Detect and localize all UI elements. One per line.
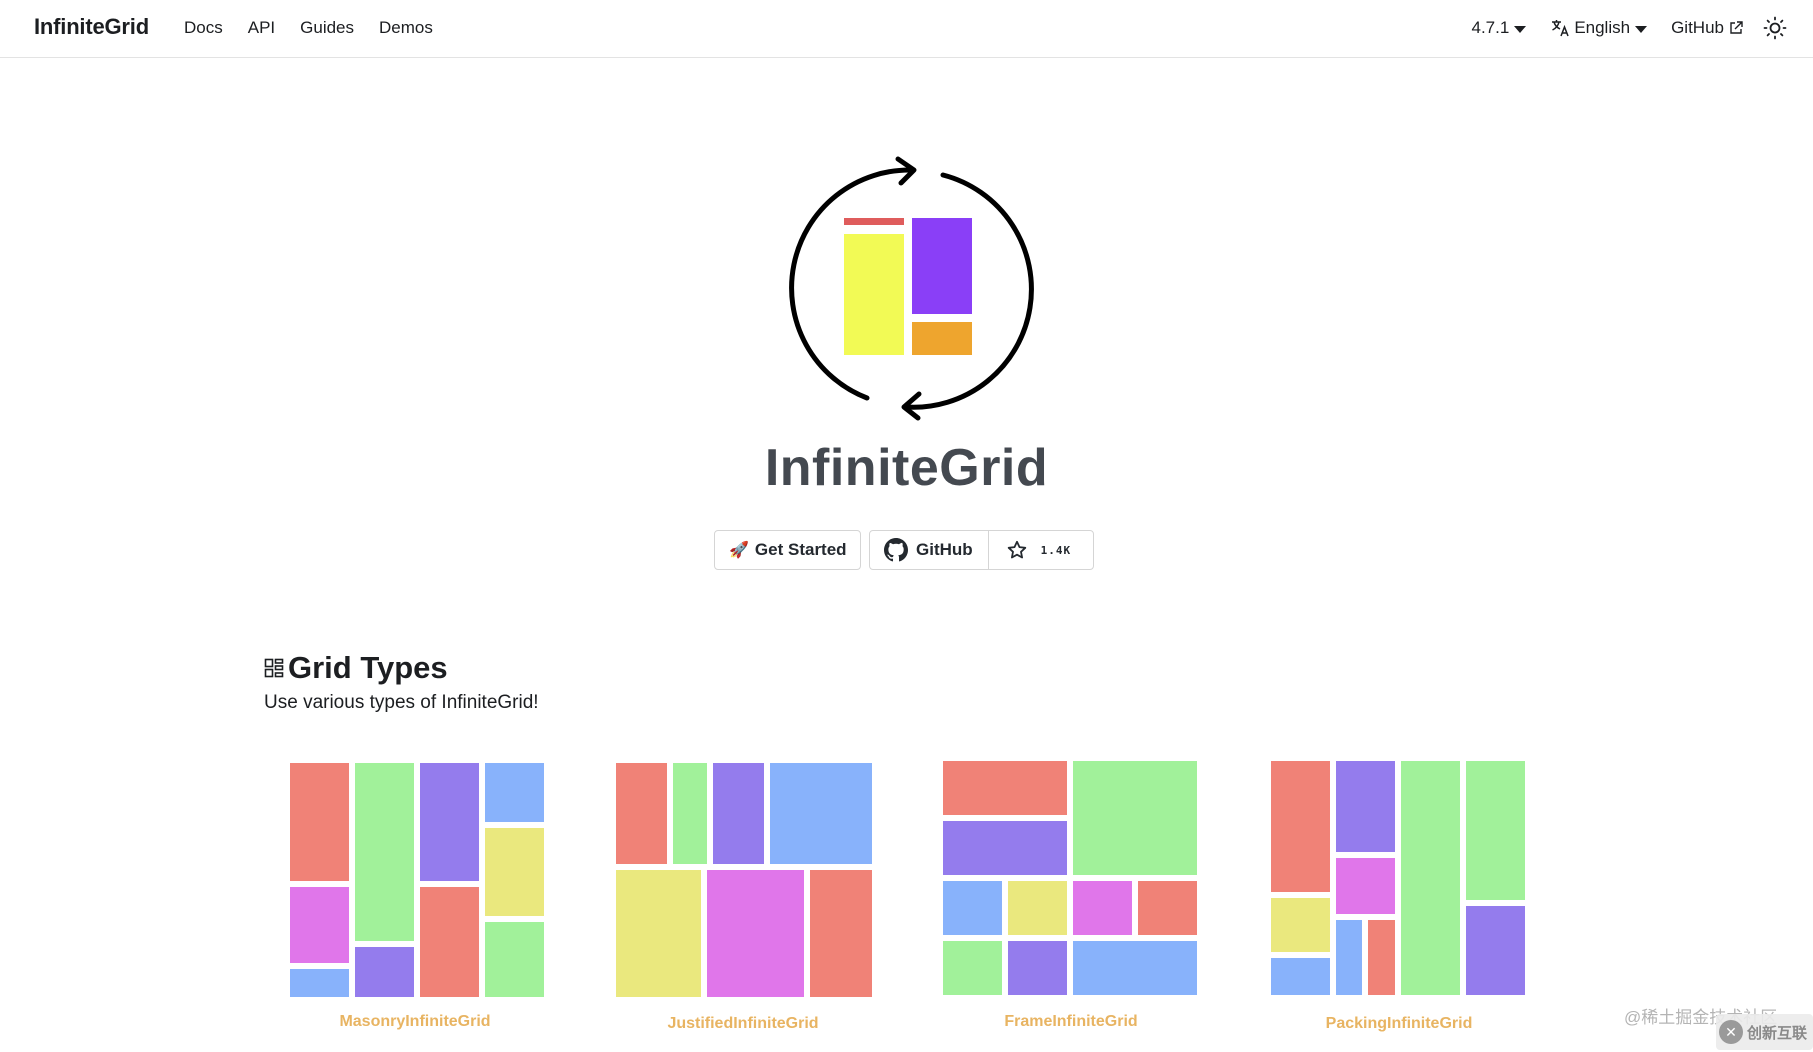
- watermark-logo-icon: ✕: [1719, 1020, 1743, 1044]
- github-icon: [884, 538, 908, 562]
- theme-toggle[interactable]: [1763, 16, 1787, 40]
- nav-link-api[interactable]: API: [248, 18, 275, 38]
- nav-link-docs[interactable]: Docs: [184, 18, 223, 38]
- card-label-justified[interactable]: JustifiedInfiniteGrid: [608, 1015, 878, 1033]
- card-packing[interactable]: PackingInfiniteGrid: [1264, 758, 1534, 1048]
- card-label-frame[interactable]: FrameInfiniteGrid: [936, 1013, 1206, 1031]
- chevron-down-icon: [1635, 25, 1648, 33]
- github-star-widget: GitHub 1.4K: [869, 530, 1095, 570]
- nav-link-guides[interactable]: Guides: [300, 18, 354, 38]
- card-masonry[interactable]: MasonryInfiniteGrid: [280, 758, 550, 1048]
- star-button[interactable]: 1.4K: [989, 531, 1094, 569]
- packing-preview: [1271, 761, 1525, 995]
- grid-types-title: Grid Types: [288, 650, 448, 685]
- justified-preview: [616, 763, 872, 997]
- nav-right: 4.7.1 English GitHub: [1472, 14, 1788, 42]
- brand-logo[interactable]: InfiniteGrid: [34, 14, 149, 40]
- rocket-icon: 🚀: [729, 542, 749, 559]
- sun-icon: [1763, 16, 1787, 40]
- translate-icon: [1552, 20, 1570, 37]
- frame-preview: [943, 761, 1197, 995]
- language-label: English: [1574, 18, 1631, 37]
- nav-link-demos[interactable]: Demos: [379, 18, 433, 38]
- version-label: 4.7.1: [1471, 18, 1510, 37]
- github-button[interactable]: GitHub: [870, 531, 989, 569]
- grid-types-heading: Grid Types: [264, 650, 448, 686]
- chevron-down-icon: [1514, 25, 1527, 33]
- external-link-icon: [1730, 21, 1743, 34]
- get-started-label: Get Started: [754, 540, 847, 559]
- language-dropdown[interactable]: English: [1550, 18, 1648, 38]
- version-dropdown[interactable]: 4.7.1: [1472, 18, 1527, 38]
- infinitegrid-hero-logo: [789, 156, 1034, 421]
- card-frame[interactable]: FrameInfiniteGrid: [936, 758, 1206, 1048]
- github-link-label: GitHub: [1671, 18, 1724, 37]
- card-justified[interactable]: JustifiedInfiniteGrid: [608, 758, 878, 1048]
- hero-buttons: 🚀 Get Started GitHub 1.4K: [714, 530, 1095, 570]
- grid-types-subtitle: Use various types of InfiniteGrid!: [264, 692, 539, 713]
- nav-links: Docs API Guides Demos: [184, 18, 458, 38]
- watermark-logo-text: 创新互联: [1747, 1024, 1808, 1042]
- star-icon: [1007, 540, 1026, 559]
- navbar: InfiniteGrid Docs API Guides Demos 4.7.1…: [0, 0, 1813, 58]
- hero-title: InfiniteGrid: [764, 439, 1049, 497]
- card-label-packing[interactable]: PackingInfiniteGrid: [1264, 1015, 1534, 1033]
- github-button-label: GitHub: [916, 540, 973, 559]
- star-count: 1.4K: [1040, 543, 1072, 557]
- card-label-masonry[interactable]: MasonryInfiniteGrid: [280, 1013, 550, 1031]
- github-link[interactable]: GitHub: [1671, 18, 1743, 38]
- watermark-logo: ✕ 创新互联: [1716, 1014, 1813, 1050]
- masonry-preview: [290, 763, 544, 997]
- grid-icon: [264, 658, 284, 678]
- get-started-button[interactable]: 🚀 Get Started: [714, 530, 861, 570]
